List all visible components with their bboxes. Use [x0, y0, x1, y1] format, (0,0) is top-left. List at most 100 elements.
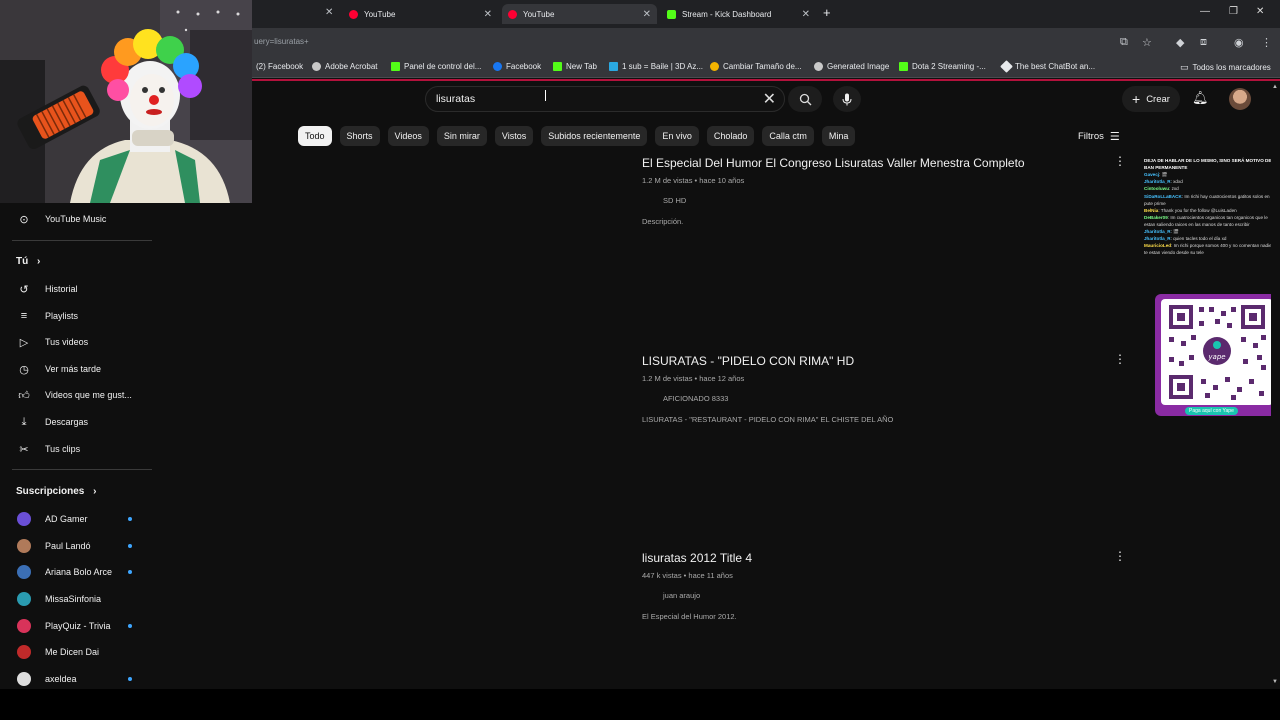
- sidebar-item-playlists[interactable]: ≡ Playlists: [0, 303, 155, 329]
- filters-label: Filtros: [1078, 131, 1104, 142]
- notifications-bell-icon[interactable]: 🔔︎: [1192, 90, 1209, 106]
- chip-todo[interactable]: Todo: [298, 126, 332, 146]
- chat-user: Jharitotla_R: [1144, 179, 1171, 185]
- scroll-down-arrow-icon[interactable]: ▼: [1272, 679, 1278, 685]
- chip-en-vivo[interactable]: En vivo: [655, 126, 699, 146]
- channel-avatar: [17, 645, 31, 659]
- you-heading-label: Tú: [16, 256, 29, 267]
- chip-vistos[interactable]: Vistos: [494, 126, 534, 146]
- sidebar-sub-me-dicen-dai[interactable]: Me Dicen Dai: [0, 639, 155, 665]
- channel-name[interactable]: AFICIONADO 8333: [642, 394, 1132, 403]
- bookmarks-folder[interactable]: ▭ Todos los marcadores: [1180, 62, 1271, 73]
- sidebar-item-tus-clips[interactable]: ✂ Tus clips: [0, 436, 155, 462]
- clear-search-icon[interactable]: ✕: [763, 89, 776, 109]
- sidebar-item-ver-mas-tarde[interactable]: ◷ Ver más tarde: [0, 356, 155, 382]
- close-tab-icon[interactable]: ✕: [484, 9, 492, 20]
- page-scrollbar[interactable]: [1271, 82, 1280, 689]
- tab-label: YouTube: [523, 9, 555, 19]
- install-app-icon[interactable]: ⧉: [1120, 36, 1128, 49]
- sidebar-subscriptions-heading[interactable]: Suscripciones ›: [16, 486, 96, 497]
- close-tab-icon[interactable]: ✕: [643, 9, 651, 20]
- search-result[interactable]: LISURATAS - "PIDELO CON RIMA" HD 1.2 M d…: [642, 354, 1132, 424]
- sidebar-item-historial[interactable]: ↺ Historial: [0, 276, 155, 302]
- sidebar-item-label: Tus clips: [45, 444, 81, 454]
- minimize-icon[interactable]: —: [1200, 6, 1210, 17]
- chip-calla-ctm[interactable]: Calla ctm: [762, 126, 814, 146]
- bookmark-facebook[interactable]: (2) Facebook: [256, 62, 303, 71]
- sidebar-item-youtube-music[interactable]: ⊙ YouTube Music: [0, 206, 155, 232]
- chip-cholado[interactable]: Cholado: [706, 126, 755, 146]
- chip-shorts[interactable]: Shorts: [339, 126, 380, 146]
- more-actions-icon[interactable]: ⋮: [1114, 352, 1126, 366]
- sidebar-you-heading[interactable]: Tú ›: [16, 256, 40, 267]
- bookmark-chatbot[interactable]: The best ChatBot an...: [1000, 60, 1095, 73]
- search-result[interactable]: El Especial Del Humor El Congreso Lisura…: [642, 156, 1132, 226]
- chip-mina[interactable]: Mina: [821, 126, 856, 146]
- bookmark-label: Facebook: [506, 62, 542, 71]
- scroll-up-arrow-icon[interactable]: ▲: [1272, 84, 1278, 90]
- create-button[interactable]: + Crear: [1122, 86, 1180, 112]
- sidebar-item-descargas[interactable]: ⤓ Descargas: [0, 409, 155, 435]
- bookmark-baile[interactable]: 1 sub = Baile | 3D Az...: [609, 62, 703, 71]
- voice-search-button[interactable]: [833, 86, 861, 112]
- tab-label: YouTube: [364, 9, 396, 19]
- chat-text: : Thank you for the follow @LuisLaden: [1158, 207, 1237, 213]
- bookmark-generated-image[interactable]: Generated Image: [814, 62, 889, 71]
- chat-rules-header: DEJA DE HABLAR DE LO MISMO, SINO SERÁ MO…: [1144, 158, 1272, 171]
- facebook-icon: [493, 62, 502, 71]
- browser-tab-kick[interactable]: Stream - Kick Dashboard ✕: [661, 4, 816, 24]
- sidebar-item-videos-que-me-gustan[interactable]: 👍︎ Videos que me gust...: [0, 382, 155, 408]
- sidebar-item-label: axeldea: [45, 674, 77, 684]
- video-title[interactable]: LISURATAS - "PIDELO CON RIMA" HD: [642, 354, 1132, 368]
- search-box[interactable]: lisuratas ✕: [425, 86, 785, 112]
- bookmark-label: Cambiar Tamaño de...: [723, 62, 802, 71]
- browser-tab-youtube-1[interactable]: YouTube ✕: [343, 4, 498, 24]
- bookmark-star-icon[interactable]: ☆: [1142, 36, 1152, 49]
- chip-sin-mirar[interactable]: Sin mirar: [436, 126, 487, 146]
- close-tab-icon[interactable]: ✕: [325, 7, 333, 18]
- close-tab-icon[interactable]: ✕: [802, 9, 810, 20]
- bookmark-kick-panel[interactable]: Panel de control del...: [391, 62, 481, 71]
- new-content-dot: [128, 544, 132, 548]
- search-result[interactable]: lisuratas 2012 Title 4 447 k vistas • ha…: [642, 551, 1132, 621]
- channel-name[interactable]: SD HD: [642, 196, 1132, 205]
- menu-kebab-icon[interactable]: ⋮: [1261, 36, 1272, 49]
- account-avatar[interactable]: [1229, 88, 1251, 110]
- sidebar-item-tus-videos[interactable]: ▷ Tus videos: [0, 329, 155, 355]
- chevron-right-icon: ›: [93, 486, 97, 497]
- video-description: LISURATAS - "RESTAURANT - PIDELO CON RIM…: [642, 415, 894, 424]
- profile-icon[interactable]: ◉: [1234, 36, 1244, 49]
- video-title[interactable]: lisuratas 2012 Title 4: [642, 551, 1132, 565]
- bookmark-cambiar-tamano[interactable]: Cambiar Tamaño de...: [710, 62, 802, 71]
- search-input[interactable]: lisuratas: [436, 93, 475, 105]
- filters-button[interactable]: Filtros ☰: [1078, 130, 1120, 143]
- chat-text: : 🎬: [1170, 229, 1179, 235]
- extensions-puzzle-icon[interactable]: ⧈: [1200, 36, 1207, 49]
- text-cursor: [545, 90, 546, 101]
- chip-videos[interactable]: Videos: [387, 126, 429, 146]
- video-description: El Especial del Humor 2012.: [642, 612, 737, 621]
- chip-subidos-recientemente[interactable]: Subidos recientemente: [541, 126, 648, 146]
- streamer-webcam-image: [0, 0, 252, 203]
- chat-text: : xdxd: [1170, 179, 1183, 185]
- sidebar-sub-missasinfonia[interactable]: MissaSinfonia: [0, 586, 155, 612]
- channel-avatar: [17, 565, 31, 579]
- bookmark-facebook-2[interactable]: Facebook: [493, 62, 541, 71]
- chevron-right-icon: ›: [37, 256, 41, 267]
- bookmark-adobe-acrobat[interactable]: Adobe Acrobat: [312, 62, 377, 71]
- extension-icon[interactable]: ◆: [1176, 36, 1184, 49]
- url-field[interactable]: uery=lisuratas+: [254, 37, 309, 46]
- bookmark-new-tab[interactable]: New Tab: [553, 62, 597, 71]
- window-close-icon[interactable]: ✕: [1256, 6, 1264, 17]
- maximize-icon[interactable]: ❐: [1229, 6, 1238, 17]
- sidebar-item-label: Descargas: [45, 417, 89, 427]
- video-title[interactable]: El Especial Del Humor El Congreso Lisura…: [642, 156, 1132, 170]
- bookmark-dota-streaming[interactable]: Dota 2 Streaming -...: [899, 62, 986, 71]
- channel-name[interactable]: juan araujo: [642, 591, 1132, 600]
- more-actions-icon[interactable]: ⋮: [1114, 549, 1126, 563]
- search-button[interactable]: [788, 86, 822, 112]
- bookmark-label: (2) Facebook: [256, 62, 304, 71]
- browser-tab-youtube-2[interactable]: YouTube ✕: [502, 4, 657, 24]
- more-actions-icon[interactable]: ⋮: [1114, 154, 1126, 168]
- new-tab-icon[interactable]: +: [823, 5, 831, 20]
